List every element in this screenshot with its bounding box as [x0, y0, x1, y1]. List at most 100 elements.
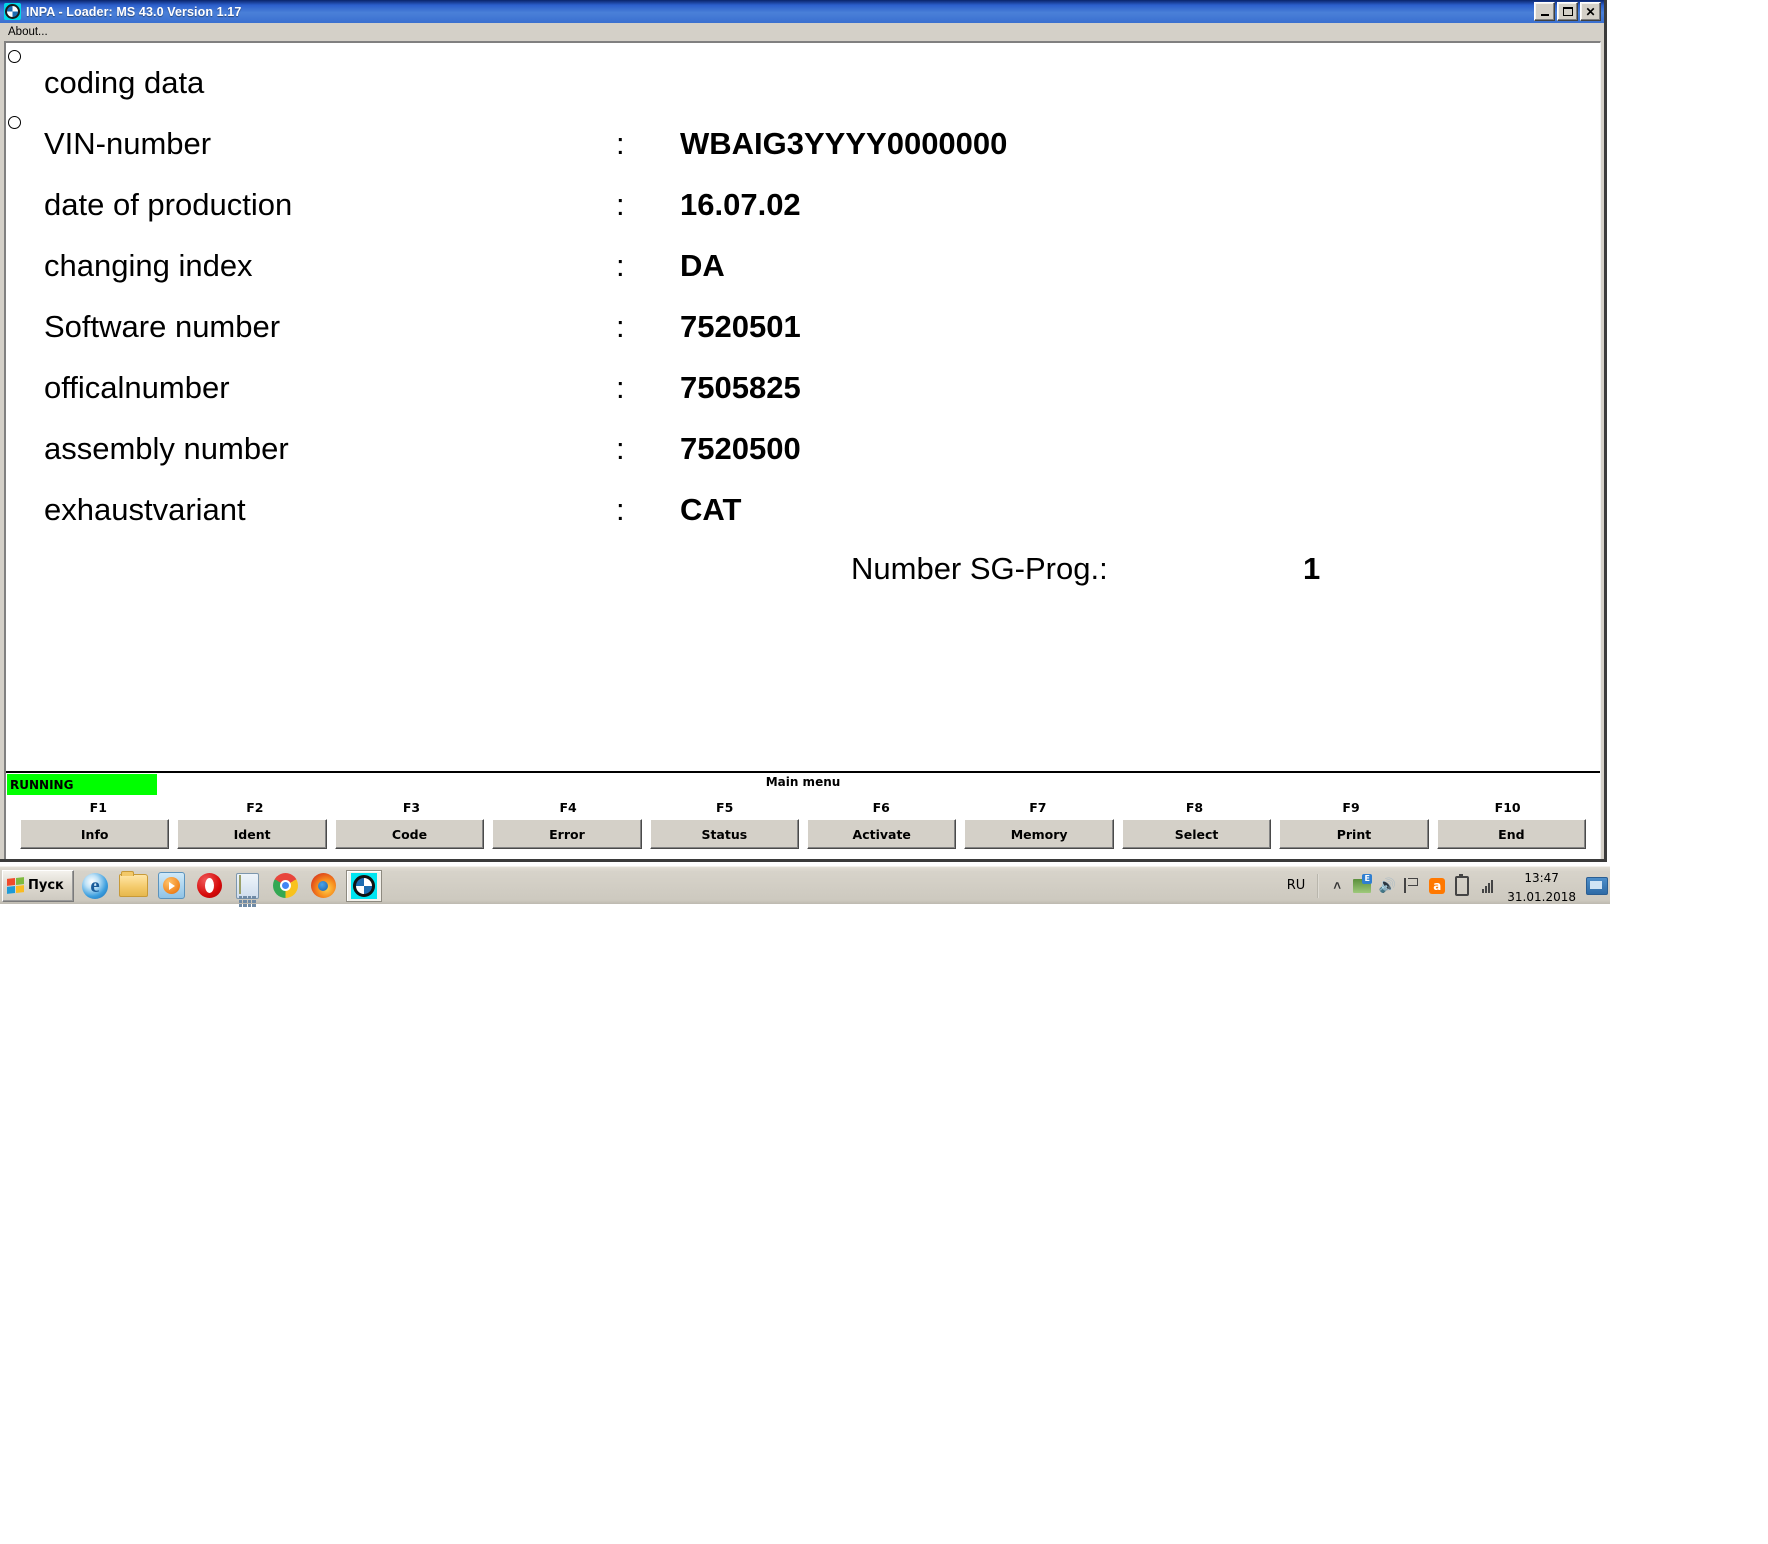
signal-strength-icon[interactable]	[1478, 877, 1496, 895]
status-button[interactable]: Status	[649, 819, 800, 849]
function-key-bar: F1 F2 F3 F4 F5 F6 F7 F8 F9 F10 Info Iden…	[6, 797, 1600, 859]
sg-prog-label: Number SG-Prog.:	[851, 551, 1108, 586]
fkey-label-f7: F7	[1029, 800, 1047, 815]
close-icon: ✕	[1585, 4, 1596, 19]
fkey-label-f10: F10	[1494, 800, 1521, 815]
data-row-date-of-production: date of production : 16.07.02	[6, 185, 1600, 225]
menu-item-about[interactable]: About...	[4, 25, 52, 39]
row-colon: :	[616, 431, 625, 466]
row-colon: :	[616, 309, 625, 344]
clock-time: 13:47	[1524, 870, 1559, 885]
row-colon: :	[616, 126, 625, 161]
fkey-label-f9: F9	[1342, 800, 1360, 815]
maximize-button[interactable]	[1557, 2, 1578, 21]
print-button[interactable]: Print	[1279, 819, 1429, 849]
start-button[interactable]: Пуск	[2, 869, 74, 902]
memory-button[interactable]: Memory	[964, 819, 1114, 849]
code-button[interactable]: Code	[334, 819, 485, 849]
firefox-icon[interactable]	[308, 871, 338, 901]
opera-icon[interactable]	[194, 871, 224, 901]
panel-heading-row: coding data	[6, 63, 1600, 103]
tray-divider	[1317, 873, 1320, 898]
status-strip: RUNNING Main menu	[6, 773, 1600, 797]
row-value: CAT	[680, 492, 742, 527]
fkey-label-f4: F4	[559, 800, 577, 815]
window-controls: ✕	[1534, 2, 1601, 21]
client-area: coding data VIN-number : WBAIG3YYYY00000…	[4, 41, 1601, 859]
activate-button[interactable]: Activate	[807, 819, 957, 849]
sg-prog-row: Number SG-Prog.: 1	[6, 551, 1600, 595]
show-desktop-button[interactable]	[1586, 876, 1608, 895]
clock-date: 31.01.2018	[1507, 889, 1576, 904]
row-label: Software number	[44, 309, 281, 344]
tray-icon-group: > 🔊 a	[1323, 873, 1501, 896]
menu-bar: About...	[0, 23, 1604, 41]
function-key-labels: F1 F2 F3 F4 F5 F6 F7 F8 F9 F10	[20, 797, 1586, 819]
avast-antivirus-icon[interactable]: a	[1428, 877, 1446, 895]
row-label: changing index	[44, 248, 253, 283]
row-colon: :	[616, 370, 625, 405]
fkey-label-f3: F3	[402, 800, 421, 815]
windows-media-player-icon[interactable]	[156, 871, 186, 901]
coding-data-panel: coding data VIN-number : WBAIG3YYYY00000…	[6, 43, 1600, 773]
row-colon: :	[616, 248, 625, 283]
google-chrome-icon[interactable]	[270, 871, 300, 901]
fkey-label-f6: F6	[872, 800, 890, 815]
calculator-icon[interactable]	[232, 871, 262, 907]
data-row-official-number: officalnumber : 7505825	[6, 368, 1600, 408]
fkey-label-f2: F2	[246, 800, 264, 815]
data-row-changing-index: changing index : DA	[6, 246, 1600, 286]
window-title: INPA - Loader: MS 43.0 Version 1.17	[26, 4, 242, 19]
row-value: 16.07.02	[680, 187, 801, 222]
error-button[interactable]: Error	[492, 819, 642, 849]
function-key-buttons: Info Ident Code Error Status Activate Me…	[20, 819, 1587, 849]
sg-prog-value: 1	[1303, 551, 1321, 586]
fkey-label-f5: F5	[716, 800, 734, 815]
panel-heading: coding data	[44, 65, 205, 100]
windows-logo-icon	[7, 877, 24, 894]
minimize-button[interactable]	[1534, 2, 1555, 21]
row-colon: :	[616, 492, 625, 527]
windows-explorer-icon[interactable]	[118, 871, 148, 901]
end-button[interactable]: End	[1436, 819, 1587, 849]
info-button[interactable]: Info	[20, 819, 170, 849]
select-button[interactable]: Select	[1121, 819, 1272, 849]
fkey-label-f1: F1	[89, 800, 107, 815]
battery-icon[interactable]	[1453, 873, 1471, 896]
row-value: 7520500	[680, 431, 801, 466]
ident-button[interactable]: Ident	[177, 819, 327, 849]
row-label: exhaustvariant	[44, 492, 246, 527]
language-indicator[interactable]: RU	[1279, 878, 1314, 893]
taskbar-item-inpa-window[interactable]	[346, 869, 382, 902]
internet-explorer-icon[interactable]: e	[80, 871, 110, 901]
row-value: 7505825	[680, 370, 801, 405]
row-colon: :	[616, 187, 625, 222]
start-button-label: Пуск	[28, 878, 64, 893]
data-row-vin-number: VIN-number : WBAIG3YYYY0000000	[6, 124, 1600, 164]
data-row-software-number: Software number : 7520501	[6, 307, 1600, 347]
data-row-exhaust-variant: exhaustvariant : CAT	[6, 490, 1600, 530]
inpa-loader-window: INPA - Loader: MS 43.0 Version 1.17 ✕ Ab…	[0, 0, 1607, 862]
data-row-assembly-number: assembly number : 7520500	[6, 429, 1600, 469]
row-label: officalnumber	[44, 370, 230, 405]
system-tray: RU > 🔊 a 13:47 31.01.2018	[1279, 867, 1610, 905]
quick-launch-bar: e	[80, 869, 382, 907]
close-button[interactable]: ✕	[1580, 2, 1601, 21]
network-connection-icon[interactable]	[1353, 873, 1373, 895]
row-value: DA	[680, 248, 725, 283]
row-value: 7520501	[680, 309, 801, 344]
windows-taskbar: Пуск e RU > 🔊 a 13:47 31.01.2018	[0, 866, 1610, 907]
menu-title: Main menu	[765, 775, 841, 789]
row-label: VIN-number	[44, 126, 212, 161]
show-hidden-icons-chevron-icon[interactable]: >	[1328, 877, 1346, 895]
row-label: date of production	[44, 187, 293, 222]
avast-letter: a	[1429, 877, 1446, 894]
fkey-label-f8: F8	[1185, 800, 1204, 815]
volume-speaker-icon[interactable]: 🔊	[1378, 877, 1396, 895]
window-title-bar[interactable]: INPA - Loader: MS 43.0 Version 1.17 ✕	[0, 0, 1604, 23]
row-label: assembly number	[44, 431, 289, 466]
left-edge-marker-circle-icon	[8, 50, 21, 63]
taskbar-clock[interactable]: 13:47 31.01.2018	[1501, 867, 1582, 905]
action-center-flag-icon[interactable]	[1403, 877, 1421, 895]
row-value: WBAIG3YYYY0000000	[680, 126, 1008, 161]
